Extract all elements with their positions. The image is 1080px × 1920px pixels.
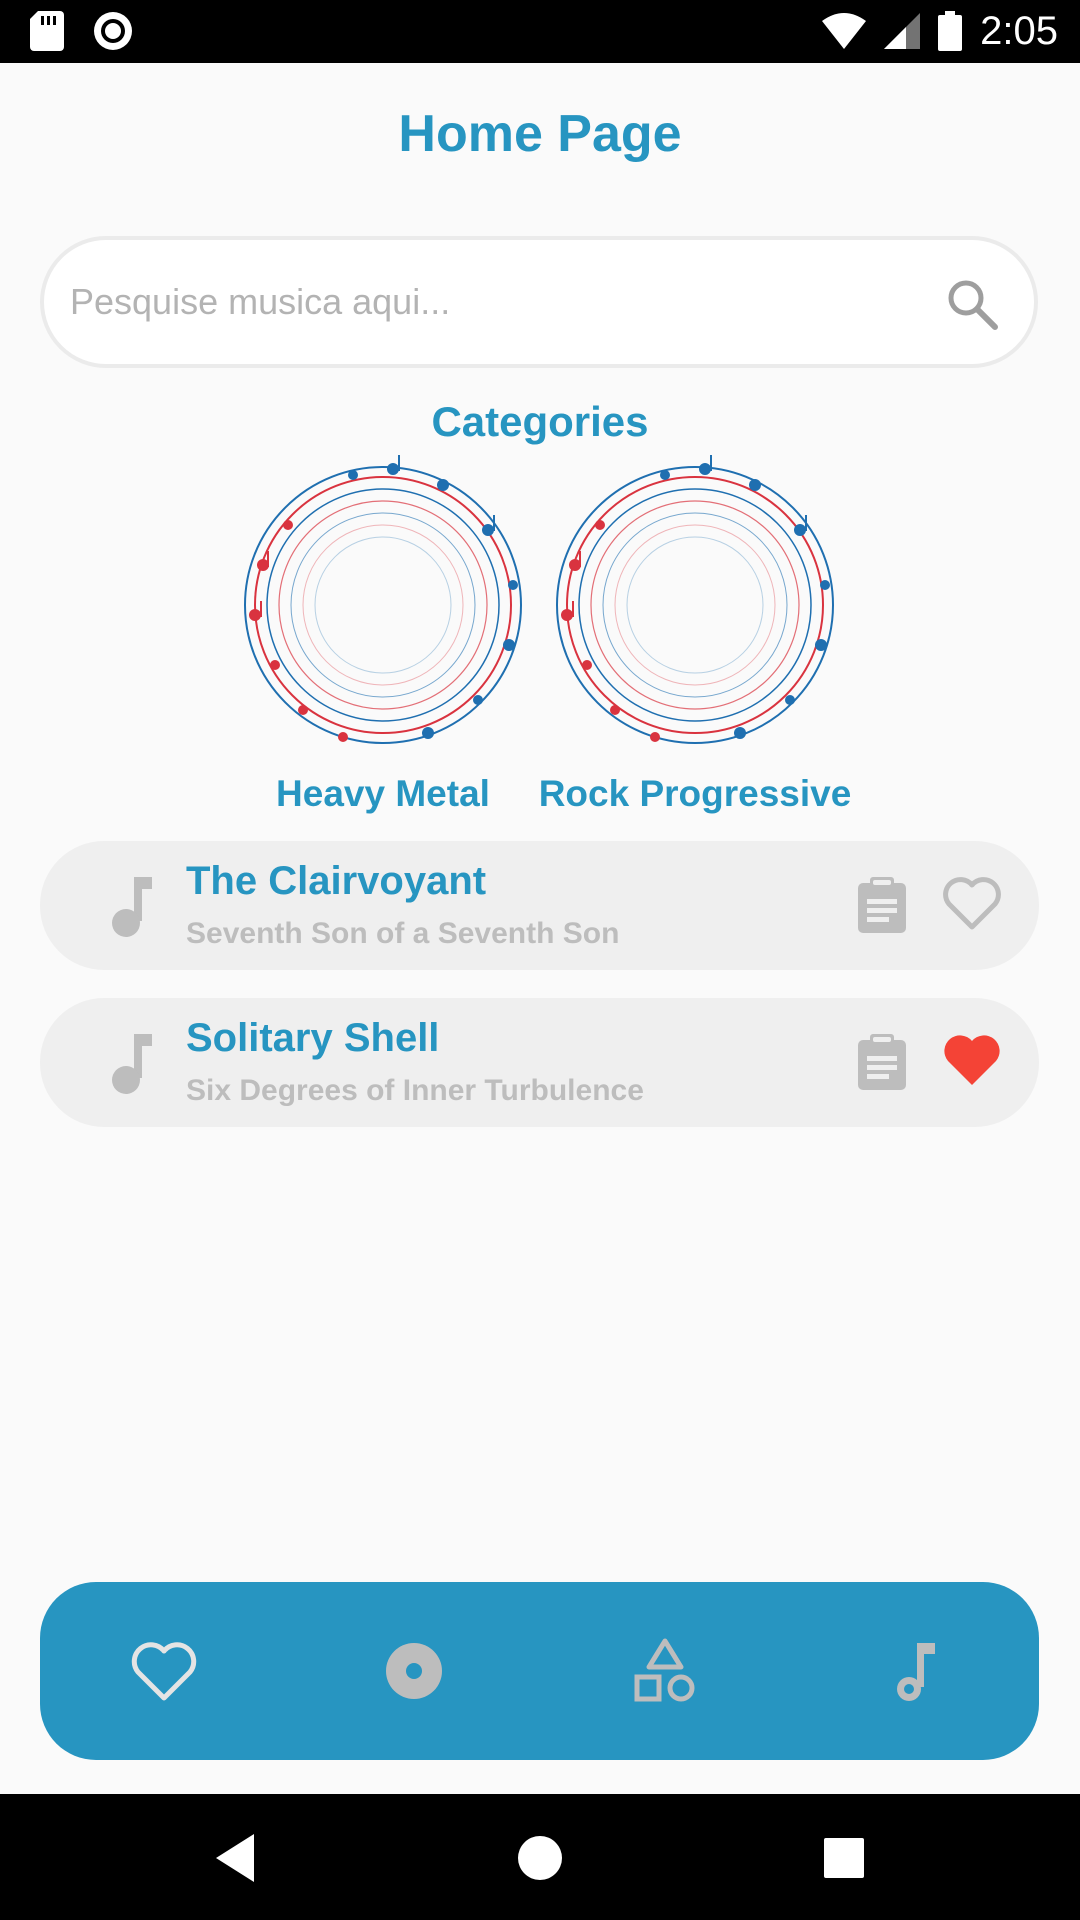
song-item[interactable]: Solitary Shell Six Degrees of Inner Turb…: [40, 998, 1039, 1127]
battery-icon: [938, 11, 963, 51]
wifi-icon: [822, 13, 867, 49]
nav-disc-icon[interactable]: [378, 1635, 450, 1707]
search-input[interactable]: [70, 262, 930, 342]
song-item[interactable]: The Clairvoyant Seventh Son of a Seventh…: [40, 841, 1039, 970]
song-title: The Clairvoyant: [186, 859, 487, 903]
music-note-icon: [112, 877, 152, 937]
song-album: Six Degrees of Inner Turbulence: [186, 1074, 644, 1107]
signal-icon: [884, 13, 921, 49]
heart-outline-icon[interactable]: [940, 871, 1004, 935]
status-bar: 2:05: [0, 0, 1080, 63]
nav-music-note-icon[interactable]: [879, 1635, 951, 1707]
search-bar[interactable]: [40, 236, 1038, 368]
category-label: Rock Progressive: [538, 773, 852, 814]
song-album: Seventh Son of a Seventh Son: [186, 917, 620, 950]
system-nav-bar: [0, 1794, 1080, 1920]
back-icon[interactable]: [210, 1830, 266, 1886]
page-title: Home Page: [398, 105, 682, 163]
heart-filled-icon[interactable]: [940, 1028, 1004, 1092]
music-notes-circle-image: [556, 455, 834, 744]
nav-categories-shapes-icon[interactable]: [629, 1635, 701, 1707]
music-notes-circle-image: [244, 455, 522, 744]
status-clock: 2:05: [980, 9, 1058, 53]
record-icon: [94, 12, 132, 50]
recents-icon[interactable]: [816, 1830, 872, 1886]
categories-title: Categories: [431, 398, 649, 445]
music-note-icon: [112, 1034, 152, 1094]
search-icon[interactable]: [944, 276, 1000, 332]
song-title: Solitary Shell: [186, 1016, 440, 1060]
clipboard-icon[interactable]: [852, 1032, 912, 1092]
bottom-nav: [40, 1582, 1039, 1760]
home-icon[interactable]: [512, 1830, 568, 1886]
nav-favorites-heart-icon[interactable]: [128, 1635, 200, 1707]
clipboard-icon[interactable]: [852, 875, 912, 935]
sd-card-icon: [30, 11, 64, 51]
